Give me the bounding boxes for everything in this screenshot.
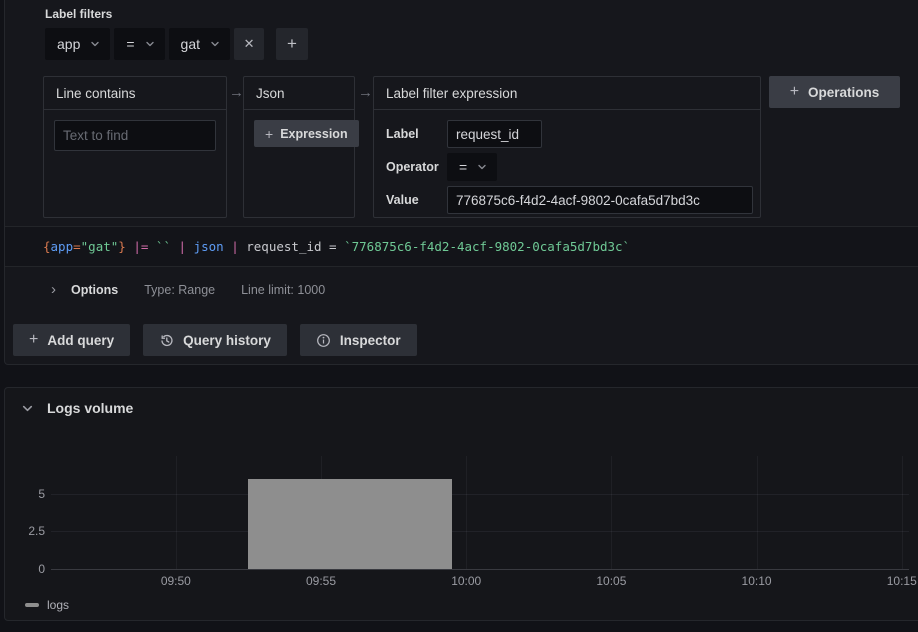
legend-swatch	[25, 603, 39, 607]
add-filter-button[interactable]: +	[276, 28, 308, 60]
operations-button-label: Operations	[808, 85, 879, 100]
query-actions-row: + Add query Query history Inspector	[13, 324, 417, 356]
plus-icon: +	[265, 126, 273, 142]
label-key-select[interactable]: app	[45, 28, 110, 60]
gridline-horizontal	[51, 494, 909, 495]
plus-icon: +	[790, 83, 799, 101]
operation-title: Label filter expression	[374, 77, 760, 110]
label-filters-title: Label filters	[45, 7, 112, 21]
query-token: |	[231, 239, 239, 254]
query-token: app	[51, 239, 74, 254]
field-label: Label	[386, 127, 447, 141]
explore-page: Label filters app = gat ✕ + Line co	[0, 0, 918, 632]
query-token: `776875c6-f4d2-4acf-9802-0cafa5d7bd3c`	[344, 239, 630, 254]
query-history-button[interactable]: Query history	[143, 324, 287, 356]
field-label: Operator	[386, 160, 447, 174]
query-token: |=	[133, 239, 148, 254]
legend-label: logs	[47, 598, 69, 612]
gridline-vertical	[611, 456, 612, 569]
options-label: Options	[71, 283, 118, 297]
query-token	[171, 239, 179, 254]
query-token: {	[43, 239, 51, 254]
pipeline-arrow-icon: →	[229, 84, 244, 101]
y-axis: 02.55	[5, 456, 45, 569]
label-operator-value: =	[126, 36, 134, 52]
inspector-button[interactable]: Inspector	[300, 324, 417, 356]
y-axis-label: 2.5	[28, 524, 45, 538]
remove-filter-button[interactable]: ✕	[234, 28, 264, 60]
label-filter-row: app = gat ✕ +	[45, 28, 308, 60]
pipeline-arrow-icon: →	[358, 84, 373, 101]
operation-title: Line contains	[44, 77, 226, 110]
label-operator-select[interactable]: =	[114, 28, 164, 60]
x-axis: 09:5009:5510:0010:0510:1010:15	[51, 574, 909, 590]
add-query-button[interactable]: + Add query	[13, 324, 130, 356]
info-icon	[316, 333, 331, 348]
plot-area	[51, 456, 909, 569]
plus-icon: +	[287, 34, 297, 54]
gridline-vertical	[757, 456, 758, 569]
query-editor-panel: Label filters app = gat ✕ + Line co	[4, 0, 918, 365]
plus-icon: +	[29, 331, 38, 349]
field-label: Value	[386, 193, 447, 207]
x-axis-label: 10:15	[887, 574, 917, 588]
logs-volume-bar	[248, 479, 451, 569]
options-type: Type: Range	[144, 283, 215, 297]
x-axis-label: 10:00	[451, 574, 481, 588]
options-collapse-row[interactable]: › Options Type: Range Line limit: 1000	[51, 280, 325, 300]
lfe-label-row: Label	[386, 120, 542, 148]
gridline-vertical	[902, 456, 903, 569]
query-token: }	[118, 239, 126, 254]
legend-item-logs[interactable]: logs	[25, 598, 69, 612]
label-value-select[interactable]: gat	[169, 28, 230, 60]
query-token	[126, 239, 134, 254]
add-expression-button[interactable]: + Expression	[254, 120, 359, 147]
query-token: json	[186, 239, 231, 254]
x-axis-label: 10:10	[742, 574, 772, 588]
operation-title: Json	[244, 77, 354, 110]
y-axis-label: 0	[38, 562, 45, 576]
chevron-down-icon	[476, 161, 488, 173]
label-key-value: app	[57, 36, 80, 52]
query-token: "gat"	[81, 239, 119, 254]
chevron-down-icon	[144, 38, 156, 50]
raw-query-preview: {app="gat"} |= `` | json | request_id = …	[5, 226, 918, 267]
lfe-operator-row: Operator =	[386, 153, 497, 181]
chevron-down-icon	[209, 38, 221, 50]
lfe-operator-value: =	[459, 159, 467, 175]
x-axis-label: 09:55	[306, 574, 336, 588]
add-query-label: Add query	[47, 333, 114, 348]
gridline-horizontal	[51, 569, 909, 570]
operations-button[interactable]: + Operations	[769, 76, 900, 108]
query-token: request_id =	[239, 239, 344, 254]
logs-volume-panel: Logs volume 02.55 09:5009:5510:0010:0510…	[4, 387, 918, 621]
history-icon	[159, 333, 174, 348]
add-expression-label: Expression	[280, 127, 347, 141]
lfe-value-input[interactable]	[447, 186, 753, 214]
logs-volume-chart: 02.55 09:5009:5510:0010:0510:1010:15 log…	[5, 388, 918, 620]
chevron-right-icon: ›	[51, 283, 56, 297]
chevron-down-icon	[89, 38, 101, 50]
label-value-value: gat	[181, 36, 200, 52]
gridline-vertical	[176, 456, 177, 569]
query-token: =	[73, 239, 81, 254]
x-axis-label: 09:50	[161, 574, 191, 588]
operation-label-filter-expression: Label filter expression Label Operator =…	[373, 76, 761, 218]
gridline-vertical	[466, 456, 467, 569]
y-axis-label: 5	[38, 487, 45, 501]
lfe-operator-select[interactable]: =	[447, 153, 497, 181]
query-history-label: Query history	[183, 333, 271, 348]
operation-line-contains: Line contains	[43, 76, 227, 218]
close-icon: ✕	[244, 36, 255, 52]
lfe-label-input[interactable]	[447, 120, 542, 148]
x-axis-label: 10:05	[596, 574, 626, 588]
query-token: ``	[148, 239, 171, 254]
operation-json: Json + Expression	[243, 76, 355, 218]
inspector-label: Inspector	[340, 333, 401, 348]
options-line-limit: Line limit: 1000	[241, 283, 325, 297]
gridline-horizontal	[51, 531, 909, 532]
query-token: |	[179, 239, 187, 254]
lfe-value-row: Value	[386, 186, 753, 214]
line-contains-input[interactable]	[54, 120, 216, 151]
